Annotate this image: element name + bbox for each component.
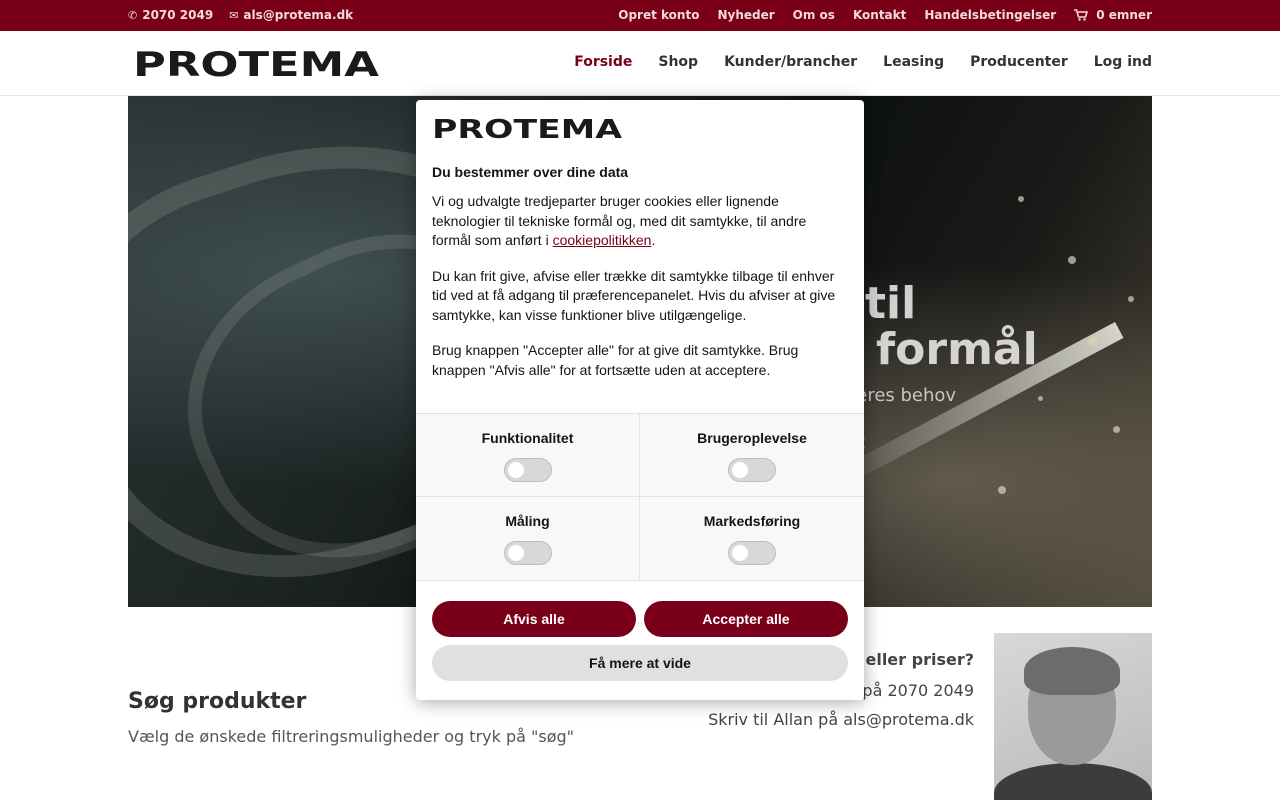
consent-categories: Funktionalitet Brugeroplevelse Måling Ma… bbox=[416, 413, 864, 581]
toggle-knob bbox=[732, 545, 748, 561]
toggle-knob bbox=[507, 462, 524, 478]
category-label: Funktionalitet bbox=[481, 430, 574, 446]
category-funktionalitet: Funktionalitet bbox=[416, 414, 640, 497]
category-markedsforing: Markedsføring bbox=[640, 497, 864, 580]
modal-p1-end: . bbox=[651, 232, 656, 248]
modal-paragraph-2: Du kan frit give, afvise eller trække di… bbox=[432, 267, 836, 323]
category-label: Måling bbox=[505, 513, 550, 529]
learn-more-button[interactable]: Få mere at vide bbox=[432, 645, 848, 681]
category-maling: Måling bbox=[416, 497, 640, 580]
accept-all-button[interactable]: Accepter alle bbox=[644, 601, 848, 637]
modal-logo: PROTEMA bbox=[432, 115, 624, 147]
cookie-consent-modal: PROTEMA Du bestemmer over dine data Vi o… bbox=[416, 100, 864, 700]
cookie-policy-link[interactable]: cookiepolitikken bbox=[553, 232, 652, 248]
category-brugeroplevelse: Brugeroplevelse bbox=[640, 414, 864, 497]
modal-title: Du bestemmer over dine data bbox=[432, 164, 629, 180]
toggle-brugeroplevelse[interactable] bbox=[728, 458, 776, 482]
decline-all-button[interactable]: Afvis alle bbox=[432, 601, 636, 637]
modal-body: Vi og udvalgte tredjeparter bruger cooki… bbox=[432, 192, 848, 396]
modal-paragraph-1: Vi og udvalgte tredjeparter bruger cooki… bbox=[432, 192, 848, 251]
svg-text:PROTEMA: PROTEMA bbox=[432, 116, 622, 142]
toggle-funktionalitet[interactable] bbox=[503, 458, 552, 482]
toggle-knob bbox=[732, 462, 748, 478]
protema-logo: PROTEMA bbox=[432, 115, 622, 145]
category-label: Markedsføring bbox=[703, 513, 801, 529]
toggle-markedsforing[interactable] bbox=[728, 541, 776, 565]
toggle-maling[interactable] bbox=[503, 541, 552, 565]
category-label: Brugeroplevelse bbox=[697, 430, 807, 446]
modal-paragraph-3: Brug knappen "Accepter alle" for at give… bbox=[432, 342, 799, 378]
toggle-knob bbox=[507, 545, 524, 561]
